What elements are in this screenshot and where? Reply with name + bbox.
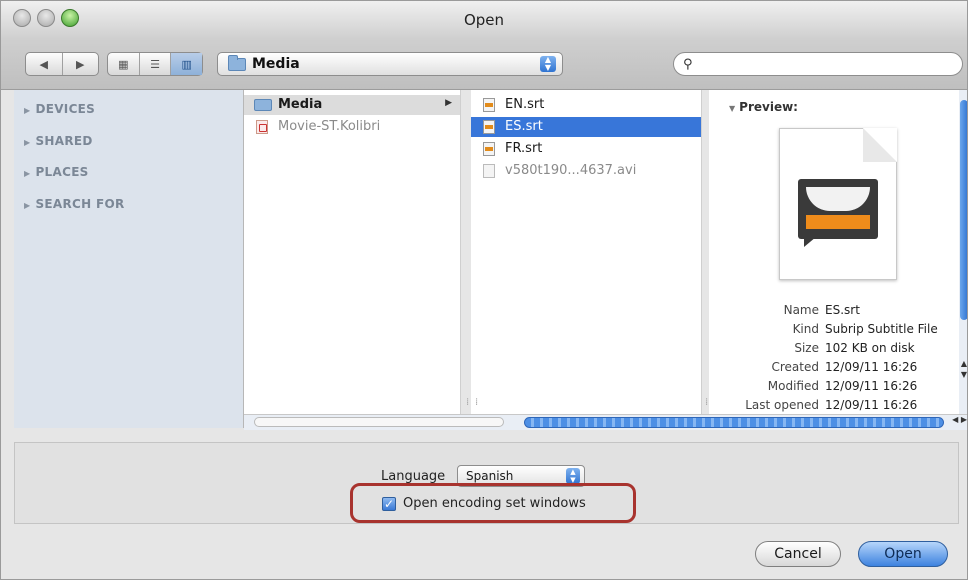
column-resize-handle[interactable]: ⁞ (705, 397, 708, 408)
column-resize-handle[interactable]: ⁞ (475, 397, 478, 408)
browser-column-1: Media ▶ Movie-ST.Kolibri ⁞ (244, 90, 469, 414)
sidebar-item-devices[interactable]: ▶ DEVICES (24, 102, 95, 116)
encoding-checkbox[interactable]: ✓ (382, 497, 396, 511)
title-bar: Open (1, 1, 967, 40)
sidebar-item-shared[interactable]: ▶ SHARED (24, 134, 93, 148)
view-mode-segment: ▦ ☰ ▥ (107, 52, 203, 76)
toolbar: ◀ ▶ ▦ ☰ ▥ Media ▲ ▼ ⚲ (1, 39, 967, 90)
location-label: Media (252, 56, 300, 72)
list-item-avi[interactable]: v580t190...4637.avi (471, 161, 701, 181)
location-popup[interactable]: Media ▲ ▼ (217, 52, 563, 76)
folder-icon (228, 55, 246, 71)
navigation-segment: ◀ ▶ (25, 52, 99, 76)
video-file-icon (483, 164, 495, 178)
disclosure-triangle-icon: ▶ (24, 106, 31, 115)
subtitle-file-icon (483, 120, 495, 134)
file-preview-icon (779, 128, 897, 280)
search-field[interactable]: ⚲ (673, 52, 963, 76)
open-dialog: Open ◀ ▶ ▦ ☰ ▥ Media ▲ ▼ ⚲ ▶ DEVICES ▶ SHAR… (0, 0, 968, 580)
preview-label: ▼ Preview: (729, 100, 798, 114)
column-resize-handle[interactable]: ⁞ (466, 397, 469, 408)
window-title: Open (463, 11, 505, 29)
subtitle-file-icon (483, 98, 495, 112)
vertical-scrollbar[interactable]: ▲ ▼ (959, 90, 967, 414)
document-icon (256, 120, 268, 134)
preview-pane: ▼ Preview: Name ES.srt Kind Subrip Subtitle… (709, 90, 959, 414)
disclosure-triangle-icon: ▶ (24, 201, 31, 210)
language-label: Language (381, 469, 446, 484)
sidebar: ▶ DEVICES ▶ SHARED ▶ PLACES ▶ SEARCH FOR (14, 90, 244, 428)
chevron-right-icon: ▶ (445, 98, 452, 108)
list-item-movie-st-kolibri[interactable]: Movie-ST.Kolibri (244, 117, 460, 137)
horizontal-scroll-thumb[interactable] (524, 417, 944, 428)
subtitle-file-icon (483, 142, 495, 156)
updown-arrows-icon: ▲ ▼ (540, 56, 556, 72)
subtitle-bubble-icon (798, 179, 878, 239)
disclosure-triangle-icon: ▶ (24, 169, 31, 178)
list-item-es-srt[interactable]: ES.srt (471, 117, 701, 137)
disclosure-triangle-icon: ▶ (24, 138, 31, 147)
folder-icon (254, 99, 272, 111)
language-value: Spanish (466, 469, 514, 483)
scroll-arrows-icon[interactable]: ▲ ▼ (959, 358, 967, 380)
vertical-scroll-thumb[interactable] (960, 100, 967, 320)
list-view-icon[interactable]: ☰ (140, 53, 172, 75)
cancel-button[interactable]: Cancel (755, 541, 841, 567)
horizontal-scrollbar[interactable]: ◀ ▶ (244, 414, 967, 430)
open-button[interactable]: Open (858, 541, 948, 567)
icon-view-icon[interactable]: ▦ (108, 53, 140, 75)
forward-icon[interactable]: ▶ (63, 53, 99, 75)
list-item-media[interactable]: Media ▶ (244, 95, 460, 115)
encoding-checkbox-label[interactable]: Open encoding set windows (403, 496, 586, 511)
list-item-en-srt[interactable]: EN.srt (471, 95, 701, 115)
column-view-icon[interactable]: ▥ (171, 53, 203, 75)
disclosure-triangle-icon: ▼ (729, 104, 736, 113)
sidebar-item-places[interactable]: ▶ PLACES (24, 165, 89, 179)
updown-arrows-icon: ▲ ▼ (566, 468, 580, 484)
browser-column-2: EN.srt ES.srt FR.srt v580t190...4637.avi… (471, 90, 708, 414)
scroll-arrows-icon[interactable]: ◀ ▶ (952, 415, 967, 424)
back-icon[interactable]: ◀ (26, 53, 63, 75)
search-icon: ⚲ (683, 57, 693, 72)
list-item-fr-srt[interactable]: FR.srt (471, 139, 701, 159)
sidebar-item-search-for[interactable]: ▶ SEARCH FOR (24, 197, 125, 211)
